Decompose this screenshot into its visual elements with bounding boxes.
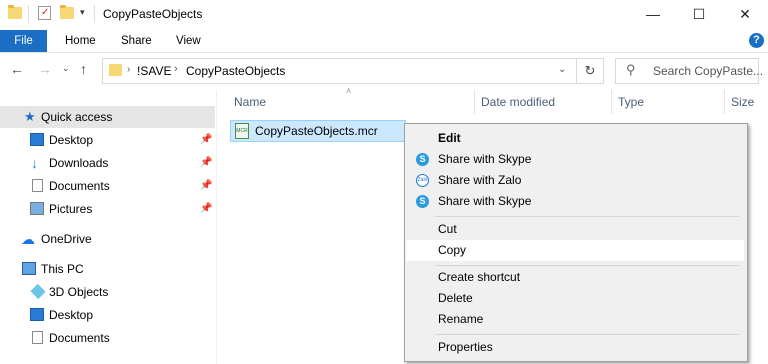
- folder-icon: [8, 5, 22, 19]
- search-box[interactable]: ⚲ Search CopyPaste...: [615, 58, 763, 84]
- address-bar[interactable]: › !SAVE › CopyPasteObjects ⌄: [102, 58, 577, 84]
- column-type[interactable]: Type: [618, 90, 644, 114]
- minimize-button[interactable]: —: [630, 0, 676, 30]
- nav-desktop[interactable]: Desktop 📌: [0, 129, 215, 151]
- documents-icon: [32, 331, 43, 344]
- column-separator[interactable]: [474, 90, 475, 114]
- cube-icon: [30, 283, 46, 300]
- tab-share[interactable]: Share: [121, 30, 152, 52]
- nav-3d-objects[interactable]: 3D Objects: [0, 281, 215, 303]
- column-date-modified[interactable]: Date modified: [481, 90, 555, 114]
- divider: [94, 5, 95, 23]
- pictures-icon: [30, 202, 44, 215]
- nav-label: Documents: [49, 331, 110, 345]
- nav-label: 3D Objects: [49, 285, 109, 299]
- nav-pc-desktop[interactable]: Desktop: [0, 304, 215, 326]
- chevron-right-icon[interactable]: ›: [174, 63, 178, 75]
- folder-icon: [109, 64, 122, 76]
- download-icon: ↓: [31, 155, 38, 171]
- context-menu: Edit S Share with Skype Zalo Share with …: [404, 123, 748, 362]
- new-folder-icon[interactable]: [60, 5, 74, 19]
- nav-pictures[interactable]: Pictures 📌: [0, 198, 215, 220]
- documents-icon: [32, 179, 43, 192]
- nav-label: Quick access: [41, 110, 113, 124]
- divider: [28, 5, 29, 23]
- nav-label: OneDrive: [41, 232, 92, 246]
- customize-quick-access-icon[interactable]: ▾: [80, 7, 85, 18]
- column-name[interactable]: Name: [234, 90, 266, 114]
- menu-separator: [435, 265, 739, 266]
- ribbon-tabs: File Home Share View ⌄ ?: [0, 30, 768, 53]
- nav-label: Desktop: [49, 133, 94, 147]
- menu-item-share-with-skype[interactable]: S Share with Skype: [407, 149, 743, 170]
- breadcrumb-item[interactable]: CopyPasteObjects: [186, 64, 285, 78]
- menu-item-edit[interactable]: Edit: [407, 128, 743, 149]
- window-title: CopyPasteObjects: [103, 7, 203, 21]
- pin-icon[interactable]: 📌: [200, 198, 212, 220]
- column-size[interactable]: Size: [731, 90, 754, 114]
- menu-item-rename[interactable]: Rename: [407, 309, 743, 330]
- nav-label: Downloads: [49, 156, 109, 170]
- title-bar: ✓ ▾ CopyPasteObjects — ☐ ✕: [0, 0, 768, 30]
- desktop-icon: [30, 133, 44, 146]
- zalo-icon: Zalo: [416, 174, 429, 187]
- chevron-down-icon[interactable]: ⌄: [558, 64, 566, 75]
- menu-item-create-shortcut[interactable]: Create shortcut: [407, 267, 743, 288]
- forward-icon[interactable]: →: [38, 61, 52, 77]
- mcr-file-icon: MCR: [235, 123, 249, 139]
- nav-documents[interactable]: Documents 📌: [0, 175, 215, 197]
- menu-item-cut[interactable]: Cut: [407, 219, 743, 240]
- tab-file[interactable]: File: [0, 30, 47, 52]
- computer-icon: [22, 262, 36, 275]
- column-separator[interactable]: [724, 90, 725, 114]
- nav-label: Desktop: [49, 308, 94, 322]
- desktop-icon: [30, 308, 44, 321]
- column-separator[interactable]: [611, 90, 612, 114]
- menu-separator: [435, 216, 739, 217]
- menu-item-properties[interactable]: Properties: [407, 337, 743, 358]
- search-icon: ⚲: [626, 62, 636, 77]
- pin-icon[interactable]: 📌: [200, 152, 212, 174]
- tab-view[interactable]: View: [176, 30, 201, 52]
- breadcrumb-item[interactable]: !SAVE: [137, 64, 171, 78]
- nav-label: This PC: [41, 262, 84, 276]
- sort-ascending-icon: ˄: [346, 86, 352, 96]
- star-icon: ★: [24, 109, 36, 124]
- menu-item-share-with-zalo[interactable]: Zalo Share with Zalo: [407, 170, 743, 191]
- back-icon[interactable]: ←: [10, 61, 24, 77]
- address-row: ← → ⌄ ↑ › !SAVE › CopyPasteObjects ⌄ ↻ ⚲…: [0, 53, 768, 89]
- nav-pc-documents[interactable]: Documents: [0, 327, 215, 349]
- pin-icon[interactable]: 📌: [200, 129, 212, 151]
- file-row[interactable]: MCR CopyPasteObjects.mcr: [230, 120, 406, 142]
- recent-locations-icon[interactable]: ⌄: [62, 63, 70, 74]
- cloud-icon: ☁: [21, 231, 35, 247]
- properties-icon[interactable]: ✓: [38, 6, 51, 20]
- maximize-button[interactable]: ☐: [676, 0, 722, 30]
- nav-label: Pictures: [49, 202, 93, 216]
- nav-label: Documents: [49, 179, 110, 193]
- nav-quick-access[interactable]: ★ Quick access: [0, 106, 215, 128]
- search-input[interactable]: Search CopyPaste...: [653, 64, 763, 78]
- pin-icon[interactable]: 📌: [200, 175, 212, 197]
- refresh-button[interactable]: ↻: [576, 58, 604, 84]
- up-icon[interactable]: ↑: [80, 61, 87, 77]
- menu-separator: [435, 334, 739, 335]
- nav-this-pc[interactable]: This PC: [0, 258, 215, 280]
- skype-icon: S: [416, 195, 429, 208]
- chevron-right-icon[interactable]: ›: [127, 64, 130, 75]
- nav-onedrive[interactable]: ☁ OneDrive: [0, 228, 215, 250]
- menu-item-share-with-skype-2[interactable]: S Share with Skype: [407, 191, 743, 212]
- nav-downloads[interactable]: ↓ Downloads 📌: [0, 152, 215, 174]
- pane-divider[interactable]: [216, 90, 217, 364]
- help-icon[interactable]: ?: [749, 33, 764, 48]
- menu-item-copy[interactable]: Copy: [406, 240, 744, 261]
- close-button[interactable]: ✕: [722, 0, 768, 30]
- skype-icon: S: [416, 153, 429, 166]
- menu-item-delete[interactable]: Delete: [407, 288, 743, 309]
- file-name: CopyPasteObjects.mcr: [255, 124, 378, 138]
- tab-home[interactable]: Home: [65, 30, 96, 52]
